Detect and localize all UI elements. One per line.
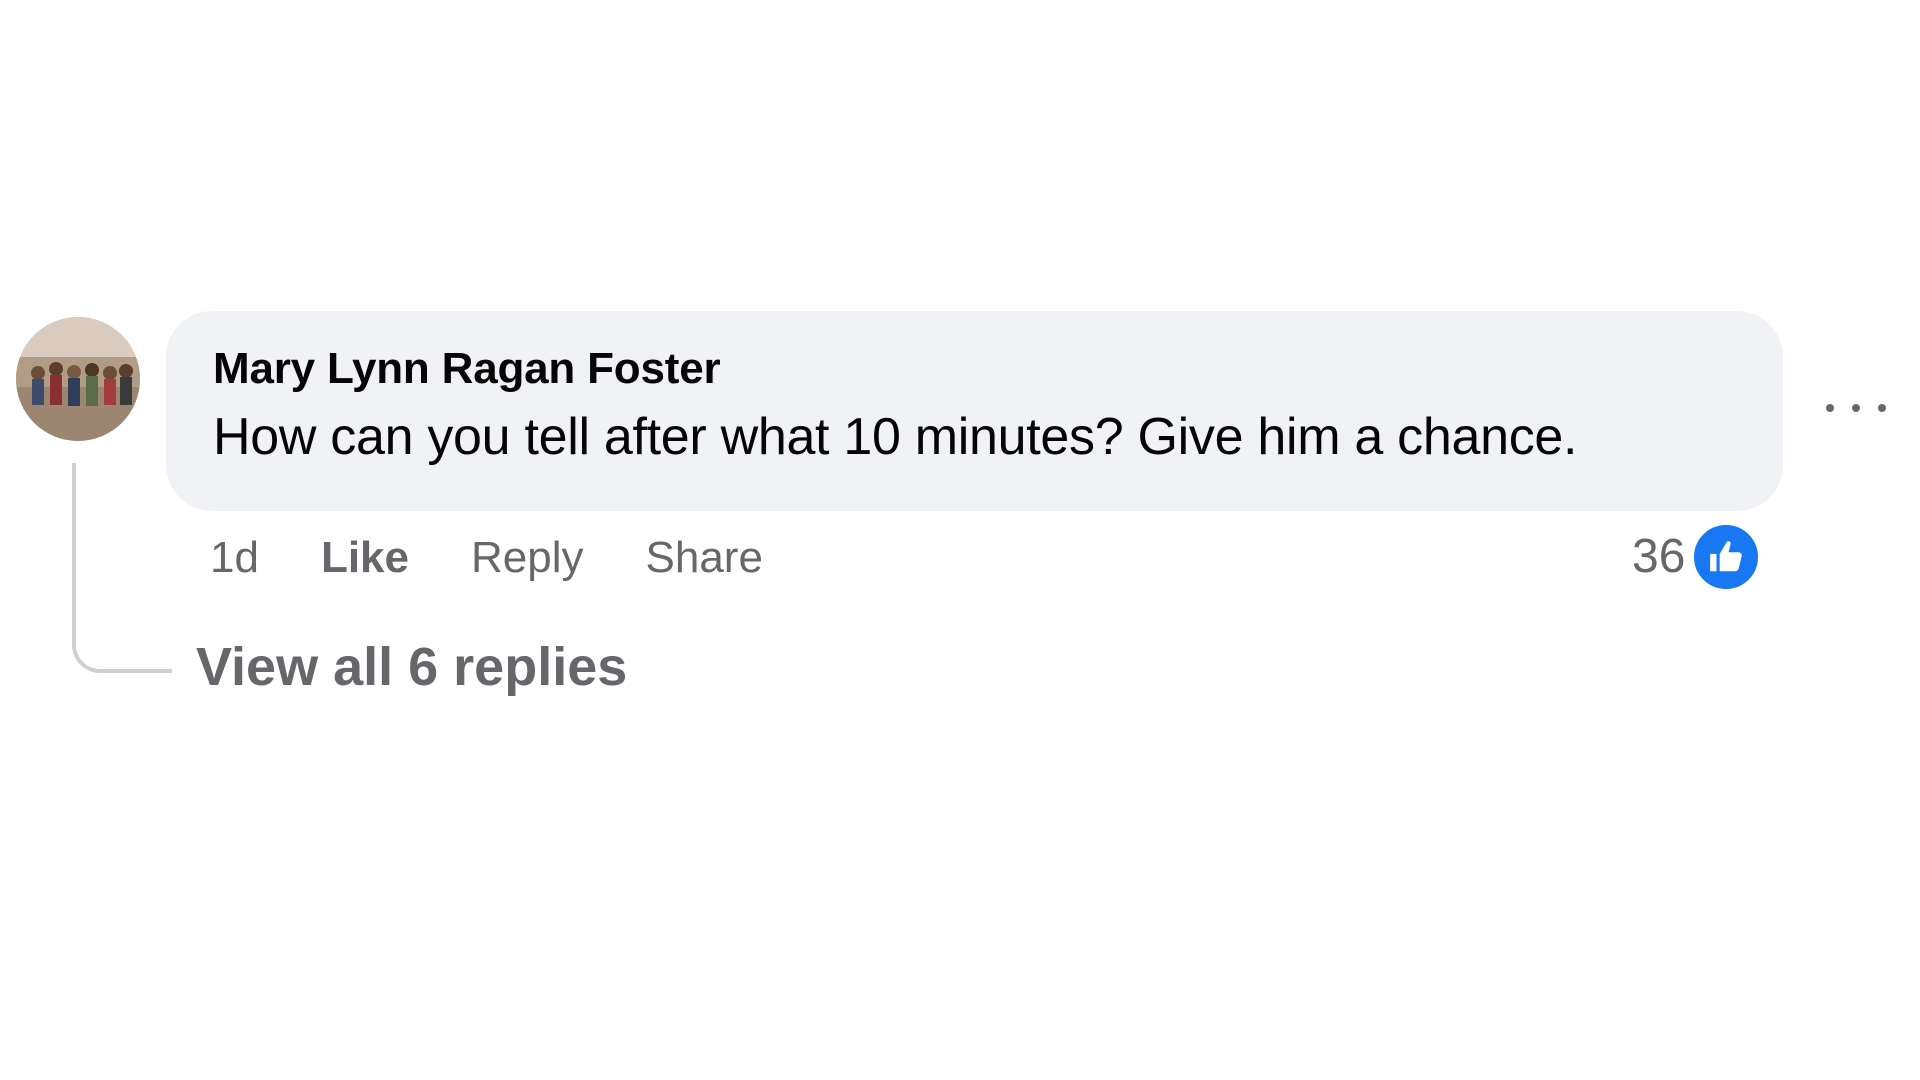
avatar-photo-icon: [16, 317, 140, 441]
reaction-count: 36: [1632, 530, 1686, 583]
comment-bubble: Mary Lynn Ragan Foster How can you tell …: [166, 311, 1783, 511]
share-button[interactable]: Share: [646, 536, 763, 580]
thumbs-up-icon: [1691, 522, 1762, 592]
more-options-icon[interactable]: [1826, 388, 1886, 428]
avatar[interactable]: [16, 317, 140, 441]
comment-text: How can you tell after what 10 minutes? …: [213, 408, 1578, 466]
comment-author[interactable]: Mary Lynn Ragan Foster: [213, 347, 1783, 391]
reaction-summary[interactable]: 36: [1632, 521, 1762, 593]
like-button[interactable]: Like: [321, 536, 409, 580]
reply-button[interactable]: Reply: [471, 536, 584, 580]
comment-timestamp[interactable]: 1d: [210, 536, 259, 580]
thread-connector-line: [72, 463, 172, 673]
view-replies-link[interactable]: View all 6 replies: [196, 640, 627, 694]
comment-actions: 1d Like Reply Share: [210, 533, 763, 583]
comment-thread: Mary Lynn Ragan Foster How can you tell …: [0, 0, 1920, 1080]
